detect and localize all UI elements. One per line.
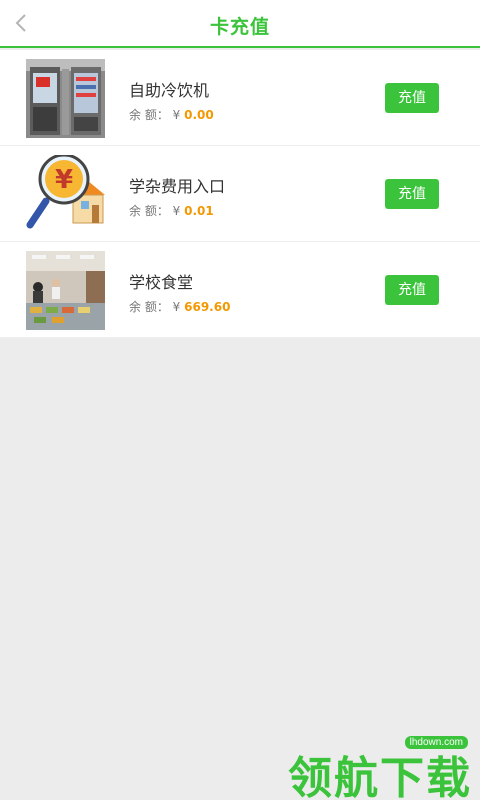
currency-symbol: ¥ xyxy=(172,204,181,218)
currency-symbol: ¥ xyxy=(172,108,181,122)
list-item: 学校食堂 余 额： ¥ 669.60 充值 xyxy=(0,242,480,338)
item-name: 学杂费用入口 xyxy=(129,177,226,196)
item-name: 学校食堂 xyxy=(129,273,194,292)
canteen-image xyxy=(26,251,105,330)
balance-label: 余 额： xyxy=(129,300,169,314)
balance-value: 0.01 xyxy=(184,204,214,218)
tuition-fee-image: ¥ xyxy=(26,155,105,234)
recharge-button[interactable]: 充值 xyxy=(385,83,439,113)
balance-value: 0.00 xyxy=(184,108,214,122)
svg-text:¥: ¥ xyxy=(55,165,73,195)
currency-symbol: ¥ xyxy=(172,300,181,314)
list-item: 自助冷饮机 余 额： ¥ 0.00 充值 xyxy=(0,50,480,146)
vending-machine-image xyxy=(26,59,105,138)
card-list: 自助冷饮机 余 额： ¥ 0.00 充值 ¥ 学杂费用入口 余 额： ¥ 0.0… xyxy=(0,50,480,338)
recharge-button[interactable]: 充值 xyxy=(385,179,439,209)
header: 卡充值 xyxy=(0,0,480,48)
balance-label: 余 额： xyxy=(129,108,169,122)
page-title: 卡充值 xyxy=(209,16,270,38)
watermark: lhdown.com 领航下载 xyxy=(286,736,476,800)
balance: 余 额： ¥ 0.00 xyxy=(129,106,214,123)
list-item: ¥ 学杂费用入口 余 额： ¥ 0.01 充值 xyxy=(0,146,480,242)
balance: 余 额： ¥ 669.60 xyxy=(129,298,230,315)
item-name: 自助冷饮机 xyxy=(129,81,210,100)
balance-label: 余 额： xyxy=(129,204,169,218)
balance-value: 669.60 xyxy=(184,300,231,314)
recharge-button[interactable]: 充值 xyxy=(385,275,439,305)
watermark-text: 领航下载 xyxy=(288,753,472,800)
balance: 余 额： ¥ 0.01 xyxy=(129,202,214,219)
